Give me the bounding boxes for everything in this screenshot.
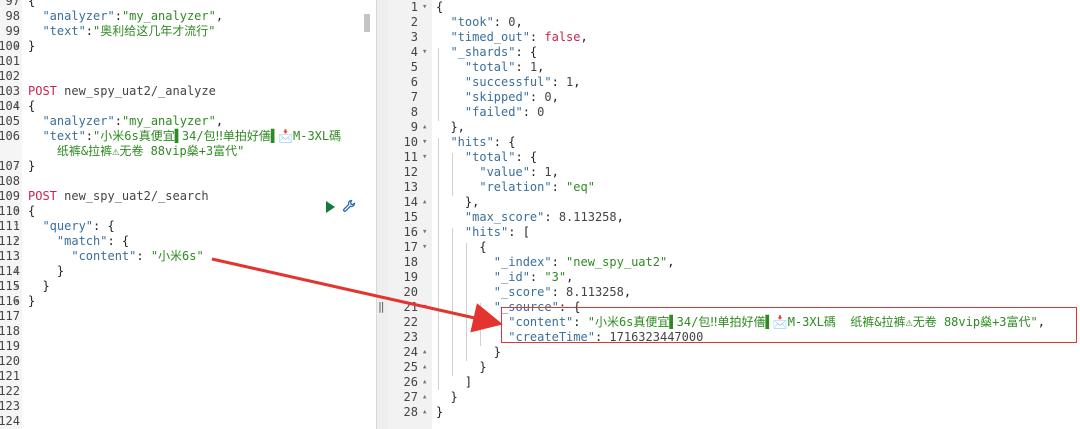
annotation-arrow bbox=[211, 257, 503, 333]
